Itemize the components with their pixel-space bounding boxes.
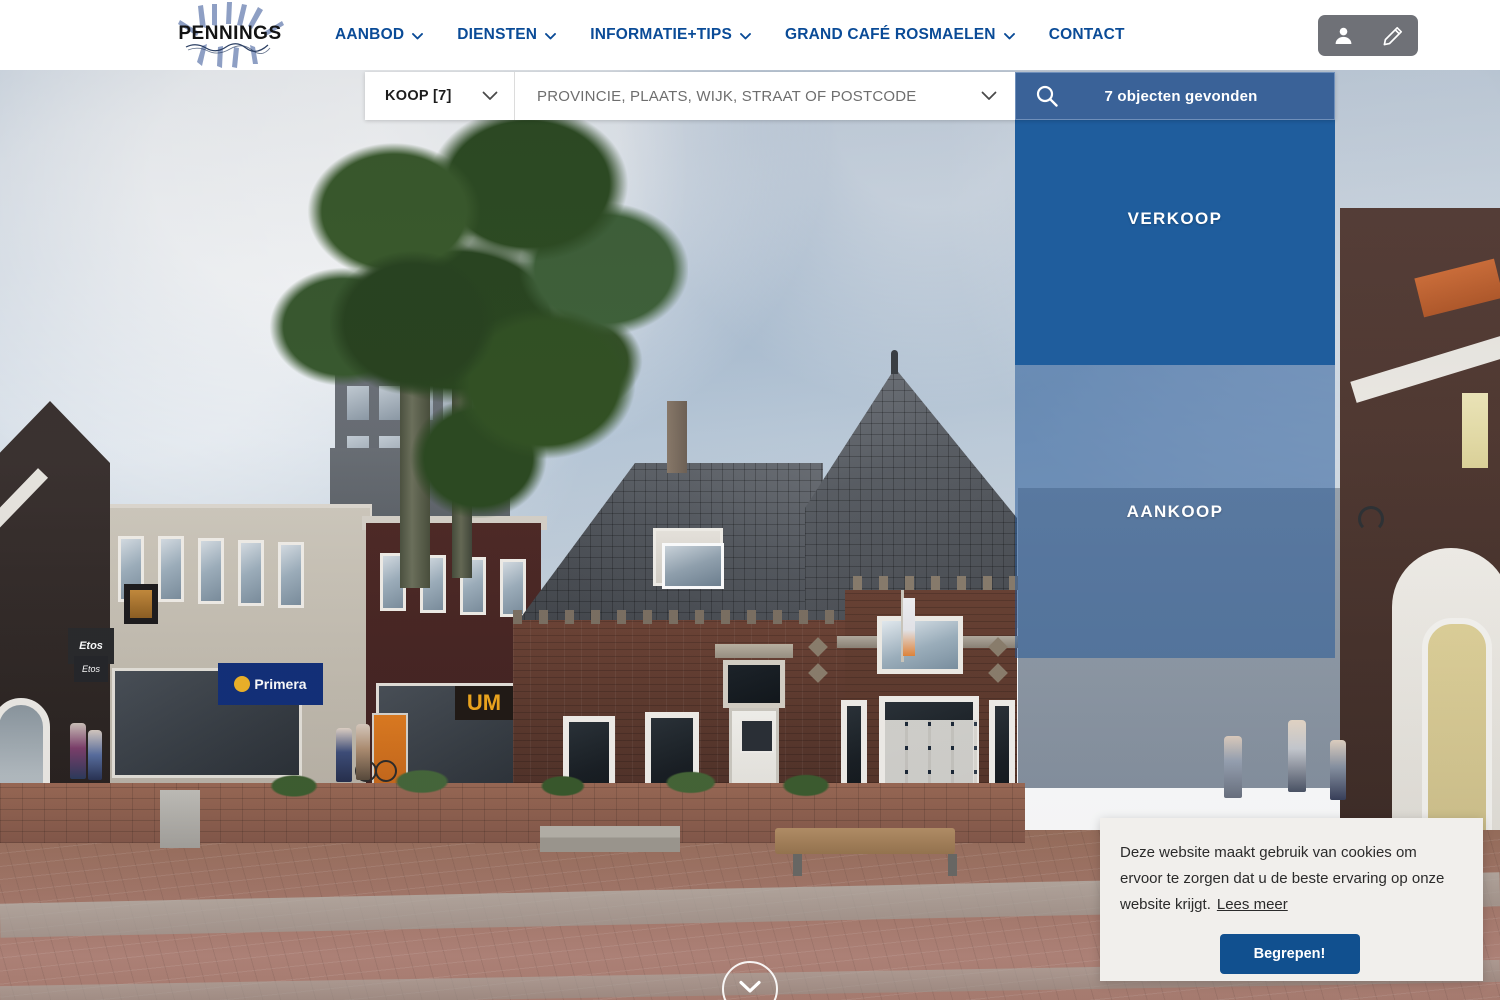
search-type-label: KOOP [7] [385,88,452,104]
public-bench [775,828,957,876]
chevron-down-icon [412,32,424,40]
nav-label: DIENSTEN [457,26,538,43]
main-navigation: AANBOD DIENSTEN INFORMATIE+TIPS GRAND CA… [318,0,1142,70]
edit-button[interactable] [1368,15,1418,56]
door-transom [723,660,785,708]
nav-item-contact[interactable]: CONTACT [1032,0,1142,70]
chevron-down-icon [482,91,498,101]
pedestrian [88,730,102,780]
entrance-steps [540,826,680,852]
primera-sign: Primera [218,663,323,705]
panel-verkoop-label: VERKOOP [1127,208,1223,228]
estate-agent-house [505,348,1022,818]
nav-label: INFORMATIE+TIPS [590,26,733,43]
cookie-message-wrap: Deze website maakt gebruik van cookies o… [1120,840,1459,917]
search-location-placeholder: PROVINCIE, PLAATS, WIJK, STRAAT OF POSTC… [537,87,917,105]
pedestrian [336,728,352,782]
street-lamp [1358,506,1384,532]
site-header: PENNINGS AANBOD DIENSTEN INFORMATIE+TIPS… [0,0,1500,70]
cookie-read-more-link[interactable]: Lees meer [1217,896,1288,913]
header-action-group [1318,15,1418,56]
hedge-planting [230,768,870,798]
corbel-row [513,610,843,624]
search-type-select[interactable]: KOOP [7] [365,72,515,120]
door-lintel [715,644,793,658]
panel-aankoop[interactable]: AANKOOP [1015,365,1335,658]
door-glass [740,719,774,753]
corbel-row [853,576,1018,590]
chevron-down-icon [981,91,997,101]
utility-cabinet [160,790,200,848]
cookie-consent-banner: Deze website maakt gebruik van cookies o… [1100,818,1483,981]
panel-aankoop-label: AANKOOP [1126,501,1224,521]
chevron-down-icon [739,980,761,999]
dormer-window [653,528,724,589]
search-icon [1016,85,1078,107]
chevron-down-icon [545,32,557,40]
pedestrian [1330,740,1346,800]
nav-label: AANBOD [335,26,405,43]
nav-label: GRAND CAFÉ ROSMAELEN [785,26,996,43]
nav-item-informatie-tips[interactable]: INFORMATIE+TIPS [573,0,768,70]
search-location-input[interactable]: PROVINCIE, PLAATS, WIJK, STRAAT OF POSTC… [515,72,1015,120]
pedestrian [1288,720,1306,792]
flag [903,598,915,656]
pedestrian [70,723,86,779]
nav-item-grand-cafe-rosmaelen[interactable]: GRAND CAFÉ ROSMAELEN [768,0,1032,70]
pedestrian [356,724,370,780]
chevron-down-icon [740,32,751,40]
page-root: Etos Etos Primera UM VERKOOP AANKOOP KOO… [0,0,1500,1000]
pedestrian [1224,736,1242,798]
search-results-count: 7 objecten gevonden [1104,87,1258,105]
nav-label: CONTACT [1048,26,1125,43]
shop-hanging-sign [124,584,158,624]
primera-mark [234,676,251,692]
service-panels: VERKOOP AANKOOP [1015,72,1335,658]
window-yellow [1462,393,1488,468]
site-logo[interactable]: PENNINGS [172,2,288,68]
user-icon [1334,26,1353,45]
account-button[interactable] [1318,15,1368,56]
chevron-down-icon [1003,32,1015,40]
svg-text:PENNINGS: PENNINGS [178,23,281,44]
chimney [667,401,687,473]
nav-item-diensten[interactable]: DIENSTEN [440,0,573,70]
nav-item-aanbod[interactable]: AANBOD [318,0,440,70]
roof-finial [891,350,898,374]
pencil-icon [1383,26,1403,46]
cookie-accept-button[interactable]: Begrepen! [1219,934,1360,975]
upper-window [877,616,963,674]
etos-sign-small: Etos [74,656,108,682]
starburst-icon: PENNINGS [178,2,284,68]
property-search-bar: KOOP [7] PROVINCIE, PLAATS, WIJK, STRAAT… [365,72,1335,120]
search-submit-button[interactable]: 7 objecten gevonden [1015,72,1335,120]
